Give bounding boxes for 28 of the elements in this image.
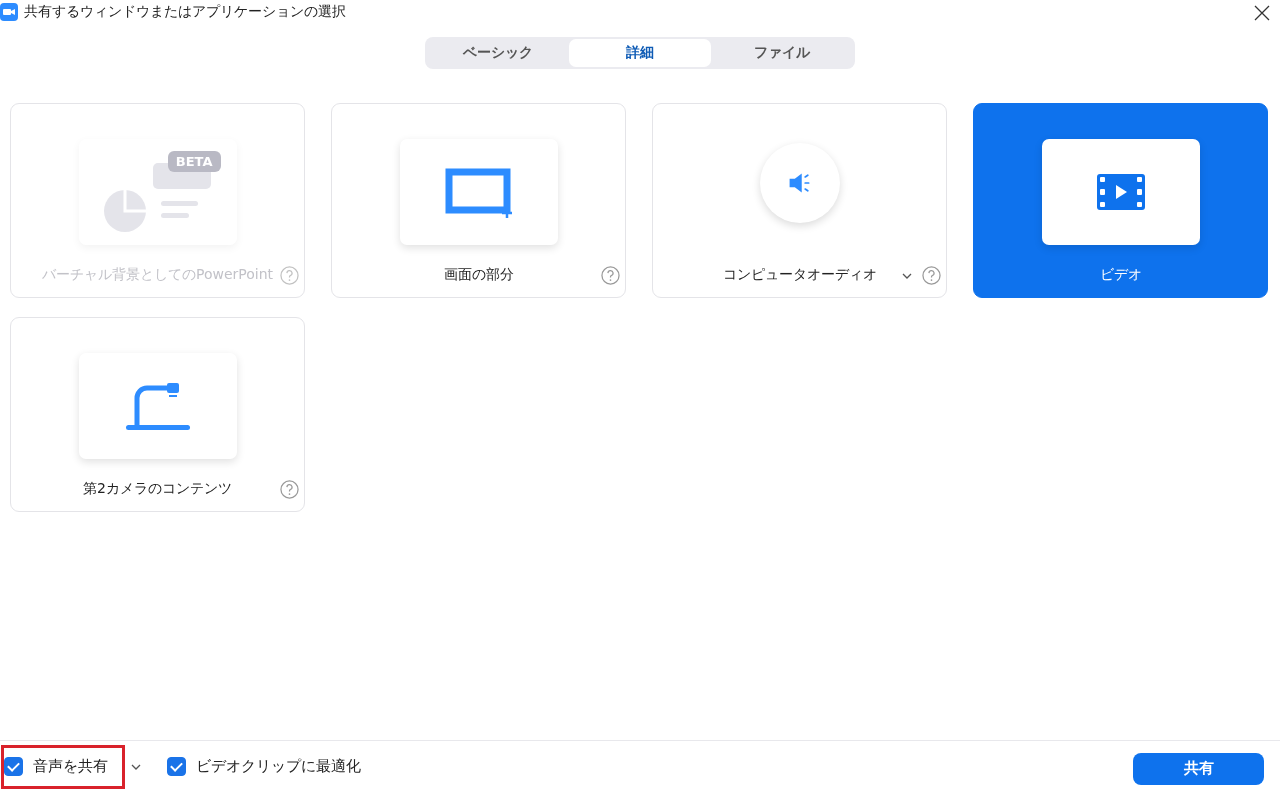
option-label: ビデオ [1099,265,1142,284]
share-option-card[interactable]: 第2カメラのコンテンツ [10,317,305,512]
share-option-card[interactable]: 画面の部分 [331,103,626,298]
share-button[interactable]: 共有 [1133,752,1264,785]
camera-app-icon [0,3,18,21]
window-title: 共有するウィンドウまたはアプリケーションの選択 [24,3,346,21]
help-icon[interactable] [922,266,941,285]
tab[interactable]: ベーシック [426,39,569,67]
tab[interactable]: 詳細 [568,39,711,67]
document-camera-icon [124,380,191,432]
option-label: 第2カメラのコンテンツ [83,479,232,498]
share-option-card[interactable]: コンピュータオーディオ [652,103,947,298]
help-icon[interactable] [601,266,620,285]
film-play-icon [1096,174,1145,210]
option-label: コンピュータオーディオ [722,265,877,284]
close-icon[interactable] [1254,5,1270,21]
checkbox-label: ビデオクリップに最適化 [196,757,361,776]
caret-icon[interactable] [131,763,141,770]
option-label: 画面の部分 [443,265,514,284]
checkbox[interactable] [167,757,186,776]
checkbox[interactable] [4,757,23,776]
share-option-card[interactable]: ビデオ [973,103,1268,298]
help-icon[interactable] [280,480,299,499]
beta-badge: BETA [167,151,221,172]
checkbox-label: 音声を共有 [33,757,108,776]
caret-icon[interactable] [902,273,912,279]
tab[interactable]: ファイル [710,39,853,67]
option-label: バーチャル背景としてのPowerPoint [41,265,274,284]
